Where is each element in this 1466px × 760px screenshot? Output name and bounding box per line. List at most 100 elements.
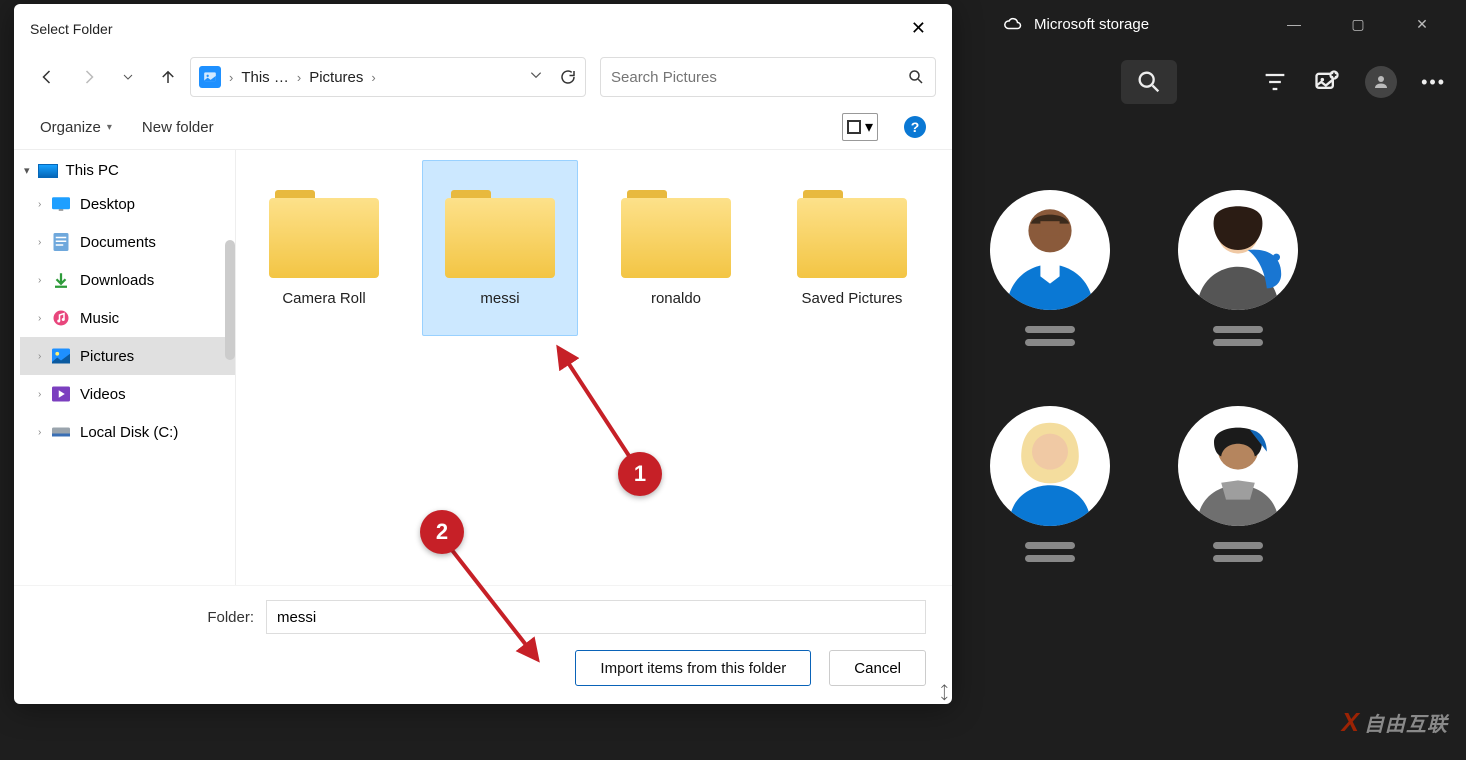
help-button[interactable]: ? <box>904 116 926 138</box>
folder-name-row: Folder: <box>34 600 932 634</box>
tree-this-pc[interactable]: ▾ This PC <box>14 156 235 185</box>
view-options-button[interactable]: ▾ <box>842 113 878 141</box>
folder-messi[interactable]: messi <box>422 160 578 336</box>
folder-camera-roll[interactable]: Camera Roll <box>246 160 402 336</box>
folder-content-area[interactable]: Camera Roll messi ronaldo Saved Pictures <box>236 150 952 585</box>
import-icon[interactable] <box>1313 68 1341 96</box>
photos-search-button[interactable] <box>1121 60 1177 104</box>
dialog-button-row: Import items from this folder Cancel <box>34 650 932 686</box>
organize-menu[interactable]: Organize▾ <box>40 119 112 136</box>
more-button[interactable]: ••• <box>1421 72 1446 93</box>
drive-icon <box>52 423 70 441</box>
persona-icon <box>1178 190 1298 310</box>
folder-icon <box>797 190 907 280</box>
dialog-titlebar: Select Folder ✕ <box>14 4 952 49</box>
photos-people-gallery <box>970 190 1318 562</box>
arrow-right-icon <box>79 68 97 86</box>
watermark: X自由互联 <box>1342 707 1448 738</box>
chevron-right-icon: › <box>38 313 41 324</box>
sidebar-item-music[interactable]: ›Music <box>20 299 235 337</box>
dialog-close-button[interactable]: ✕ <box>901 14 936 43</box>
navigation-bar: › This … › Pictures › <box>14 49 952 105</box>
breadcrumb-separator: › <box>297 70 301 85</box>
chevron-down-icon: ▾ <box>24 164 30 177</box>
square-icon <box>847 120 861 134</box>
downloads-icon <box>52 271 70 289</box>
search-box[interactable] <box>600 57 936 97</box>
recent-locations-button[interactable] <box>110 59 146 95</box>
music-icon <box>52 309 70 327</box>
dialog-toolbar: Organize▾ New folder ▾ ? <box>14 105 952 150</box>
placeholder-lines <box>1213 326 1263 346</box>
import-button[interactable]: Import items from this folder <box>575 650 811 686</box>
caret-down-icon: ▾ <box>107 122 112 133</box>
folder-icon <box>621 190 731 280</box>
sidebar-scrollbar[interactable] <box>225 240 235 360</box>
persona-icon <box>990 190 1110 310</box>
dialog-body: ▾ This PC ›Desktop ›Documents ›Downloads… <box>14 150 952 585</box>
search-icon <box>907 68 925 86</box>
folder-icon <box>445 190 555 280</box>
sidebar-item-downloads[interactable]: ›Downloads <box>20 261 235 299</box>
people-item[interactable] <box>1158 190 1318 346</box>
breadcrumb-leaf[interactable]: Pictures <box>309 69 363 86</box>
persona-icon <box>1178 406 1298 526</box>
chevron-right-icon: › <box>38 237 41 248</box>
chevron-right-icon: › <box>38 427 41 438</box>
people-item[interactable] <box>970 406 1130 562</box>
pictures-location-icon <box>199 66 221 88</box>
sidebar-item-desktop[interactable]: ›Desktop <box>20 185 235 223</box>
chevron-down-icon[interactable] <box>529 68 543 82</box>
placeholder-lines <box>1025 542 1075 562</box>
up-button[interactable] <box>150 59 186 95</box>
filter-list-icon[interactable] <box>1261 68 1289 96</box>
account-avatar[interactable] <box>1365 66 1397 98</box>
people-item[interactable] <box>970 190 1130 346</box>
address-bar[interactable]: › This … › Pictures › <box>190 57 586 97</box>
folder-name-label: Folder: <box>34 609 254 626</box>
sidebar-item-documents[interactable]: ›Documents <box>20 223 235 261</box>
placeholder-lines <box>1213 542 1263 562</box>
chevron-right-icon: › <box>38 351 41 362</box>
photos-title-text: Microsoft storage <box>1034 16 1149 33</box>
minimize-button[interactable]: — <box>1274 16 1314 33</box>
caret-down-icon: ▾ <box>865 117 873 137</box>
folder-saved-pictures[interactable]: Saved Pictures <box>774 160 930 336</box>
sidebar-item-videos[interactable]: ›Videos <box>20 375 235 413</box>
folder-ronaldo[interactable]: ronaldo <box>598 160 754 336</box>
chevron-right-icon: › <box>38 199 41 210</box>
navigation-sidebar: ▾ This PC ›Desktop ›Documents ›Downloads… <box>14 150 236 585</box>
cancel-button[interactable]: Cancel <box>829 650 926 686</box>
chevron-right-icon: › <box>38 389 41 400</box>
person-icon <box>1372 73 1390 91</box>
folder-name-input[interactable] <box>266 600 926 634</box>
forward-button[interactable] <box>70 59 106 95</box>
chevron-right-icon: › <box>38 275 41 286</box>
new-folder-button[interactable]: New folder <box>142 119 214 136</box>
photos-title: Microsoft storage <box>1004 15 1149 33</box>
dialog-title: Select Folder <box>30 21 112 37</box>
breadcrumb-separator: › <box>371 70 375 85</box>
people-item[interactable] <box>1158 406 1318 562</box>
breadcrumb-root[interactable]: This … <box>241 69 289 86</box>
tree-root-label: This PC <box>66 162 119 179</box>
desktop-icon <box>52 195 70 213</box>
close-button[interactable]: ✕ <box>1402 16 1442 33</box>
chevron-down-icon <box>122 71 134 83</box>
pictures-icon <box>52 347 70 365</box>
sidebar-item-pictures[interactable]: ›Pictures <box>20 337 235 375</box>
back-button[interactable] <box>30 59 66 95</box>
maximize-button[interactable]: ▢ <box>1338 16 1378 33</box>
placeholder-lines <box>1025 326 1075 346</box>
sidebar-item-local-disk[interactable]: ›Local Disk (C:) <box>20 413 235 451</box>
folder-icon <box>269 190 379 280</box>
persona-icon <box>990 406 1110 526</box>
search-icon <box>1135 68 1163 96</box>
breadcrumb-separator: › <box>229 70 233 85</box>
search-input[interactable] <box>611 69 907 86</box>
documents-icon <box>52 233 70 251</box>
photos-window-controls: — ▢ ✕ <box>1274 16 1442 33</box>
arrow-up-icon <box>159 68 177 86</box>
refresh-icon[interactable] <box>559 68 577 86</box>
dialog-footer: Folder: Import items from this folder Ca… <box>14 585 952 704</box>
